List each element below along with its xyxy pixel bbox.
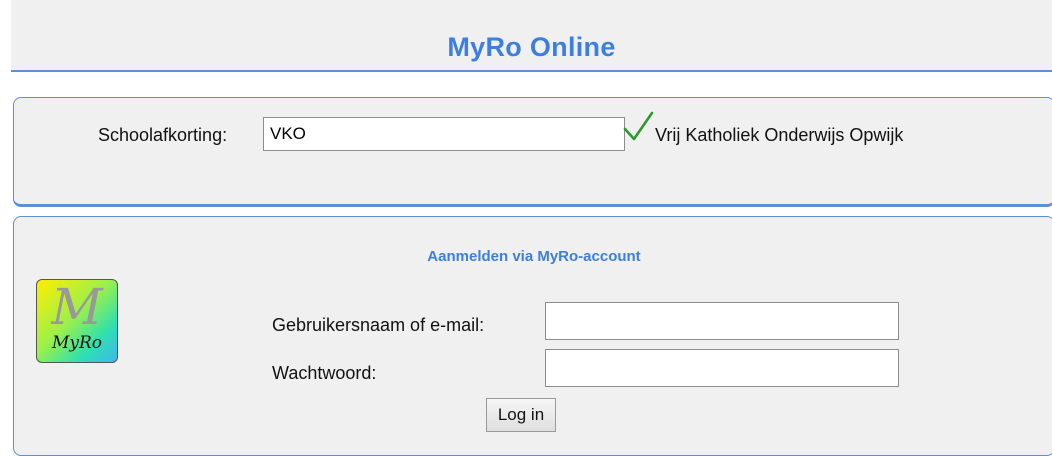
school-panel: Schoolafkorting: Vrij Katholiek Onderwij… bbox=[13, 97, 1052, 207]
header-bar: MyRo Online bbox=[11, 0, 1052, 72]
username-label: Gebruikersnaam of e-mail: bbox=[272, 315, 485, 335]
username-input[interactable] bbox=[545, 302, 899, 340]
app-title: MyRo Online bbox=[447, 32, 616, 62]
myro-logo: M MyRo bbox=[36, 279, 118, 363]
school-abbreviation-input[interactable] bbox=[263, 117, 625, 151]
check-icon bbox=[622, 110, 654, 149]
login-panel: Aanmelden via MyRo-account M MyRo Gebrui… bbox=[13, 216, 1052, 456]
password-label: Wachtwoord: bbox=[272, 363, 377, 383]
login-heading: Aanmelden via MyRo-account bbox=[427, 248, 641, 265]
logo-letter: M bbox=[51, 279, 103, 336]
password-input[interactable] bbox=[545, 349, 899, 387]
login-button[interactable]: Log in bbox=[486, 398, 556, 432]
school-name: Vrij Katholiek Onderwijs Opwijk bbox=[655, 125, 904, 145]
logo-text: MyRo bbox=[51, 333, 103, 353]
school-abbreviation-label: Schoolafkorting: bbox=[98, 125, 228, 145]
